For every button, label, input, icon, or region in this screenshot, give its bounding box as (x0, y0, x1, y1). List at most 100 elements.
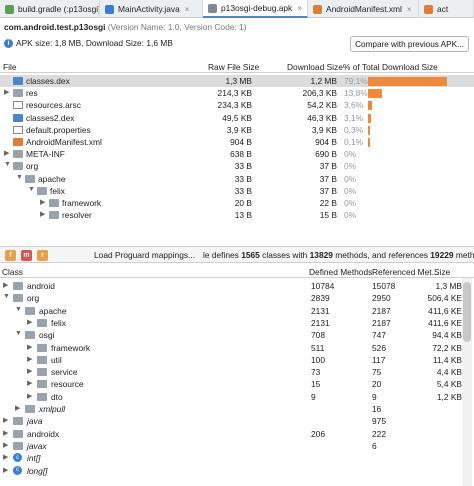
expand-arrow-icon[interactable]: ▶ (27, 367, 32, 375)
file-row[interactable]: ▼ apache 33 B 37 B 0% (0, 173, 474, 185)
expand-arrow-icon[interactable]: ▶ (4, 88, 9, 96)
download-size: 904 B (315, 137, 337, 147)
class-row[interactable]: ▼ org 2839 2950 506,4 KE (0, 292, 474, 304)
class-row[interactable]: ▶ service 73 75 4,4 KB (0, 366, 474, 378)
scrollbar-thumb[interactable] (463, 282, 471, 342)
class-row[interactable]: ▶ resource 15 20 5,4 KB (0, 378, 474, 390)
show-references-icon[interactable]: r (37, 250, 48, 261)
expand-arrow-icon[interactable]: ▶ (27, 318, 32, 326)
expand-arrow-icon[interactable]: ▶ (40, 198, 45, 206)
class-row[interactable]: ▶ xmlpull 16 (0, 403, 474, 415)
collapse-arrow-icon[interactable]: ▼ (15, 306, 22, 313)
referenced-methods: 75 (372, 367, 382, 378)
expand-arrow-icon[interactable]: ▶ (40, 210, 45, 218)
load-proguard-mappings-button[interactable]: Load Proguard mappings... (94, 250, 195, 260)
referenced-methods: 15078 (372, 281, 396, 291)
expand-arrow-icon[interactable]: ▶ (3, 429, 8, 437)
file-row[interactable]: ▶ framework 20 B 22 B 0% (0, 197, 474, 209)
column-header-download-size[interactable]: Download Size (287, 62, 343, 72)
file-row[interactable]: default.properties 3,9 KB 3,9 KB 0,3% (0, 124, 474, 136)
file-row[interactable]: classes.dex 1,3 MB 1,2 MB 79,1% (0, 75, 474, 88)
close-tab-icon[interactable]: × (407, 5, 412, 14)
column-header-size[interactable]: Size (434, 267, 450, 277)
collapse-arrow-icon[interactable]: ▼ (3, 293, 10, 300)
class-name: framework (51, 342, 91, 353)
file-icon (13, 101, 23, 110)
expand-arrow-icon[interactable]: ▶ (27, 392, 32, 400)
dex-file-icon (13, 113, 23, 122)
raw-file-size: 214,3 KB (217, 88, 252, 99)
class-row[interactable]: ▶ felix 2131 2187 411,6 KE (0, 317, 474, 329)
close-tab-icon[interactable]: × (185, 5, 190, 14)
collapse-arrow-icon[interactable]: ▼ (16, 174, 23, 181)
file-row[interactable]: ▼ org 33 B 37 B 0% (0, 160, 474, 172)
tab-mainactivity-java[interactable]: MainActivity.java × (100, 0, 203, 18)
file-name: felix (50, 185, 65, 196)
collapse-arrow-icon[interactable]: ▼ (4, 161, 11, 168)
download-size: 37 B (319, 185, 337, 196)
folder-icon (13, 150, 23, 159)
class-row[interactable]: ▶ c long[] (0, 465, 474, 477)
column-header-defined-methods[interactable]: Defined Methods (309, 267, 372, 277)
tab-act[interactable]: act (419, 0, 474, 18)
apk-version-info: (Version Name: 1.0, Version Code: 1) (107, 22, 247, 32)
file-row[interactable]: ▶ resolver 13 B 15 B 0% (0, 209, 474, 221)
expand-arrow-icon[interactable]: ▶ (27, 355, 32, 363)
column-header-percent[interactable]: % of Total Download Size (343, 62, 438, 72)
class-size: 411,6 KE (428, 317, 462, 328)
file-row[interactable]: ▼ felix 33 B 37 B 0% (0, 185, 474, 197)
file-name: resources.arsc (26, 100, 81, 111)
package-folder-icon (25, 306, 35, 315)
class-row[interactable]: ▼ apache 2131 2187 411,6 KE (0, 305, 474, 317)
column-header-class[interactable]: Class (2, 267, 23, 277)
column-header-file[interactable]: File (3, 62, 17, 72)
expand-arrow-icon[interactable]: ▶ (4, 149, 9, 157)
referenced-methods: 6 (372, 440, 377, 451)
expand-arrow-icon[interactable]: ▶ (3, 453, 8, 461)
file-row[interactable]: resources.arsc 234,3 KB 54,2 KB 3,6% (0, 99, 474, 111)
column-header-raw-size[interactable]: Raw File Size (208, 62, 259, 72)
file-row[interactable]: ▶ META-INF 638 B 690 B 0% (0, 148, 474, 160)
class-row[interactable]: ▶ framework 511 526 72,2 KB (0, 342, 474, 354)
expand-arrow-icon[interactable]: ▶ (3, 416, 8, 424)
compare-with-previous-apk-button[interactable]: Compare with previous APK... (350, 36, 469, 52)
tab-p13osgi-debug-apk[interactable]: p13osgi-debug.apk × (203, 0, 308, 18)
expand-arrow-icon[interactable]: ▶ (3, 441, 8, 449)
class-row[interactable]: ▶ dto 9 9 1,2 KB (0, 391, 474, 403)
collapse-arrow-icon[interactable]: ▼ (28, 186, 35, 193)
expand-arrow-icon[interactable]: ▶ (27, 379, 32, 387)
show-fields-icon[interactable]: f (5, 250, 16, 261)
expand-arrow-icon[interactable]: ▶ (3, 466, 8, 474)
tab-androidmanifest-xml[interactable]: AndroidManifest.xml × (308, 0, 419, 18)
download-size: 37 B (319, 173, 337, 184)
class-row[interactable]: ▶ util 100 117 11,4 KB (0, 354, 474, 366)
expand-arrow-icon[interactable]: ▶ (27, 343, 32, 351)
class-row[interactable]: ▶ c int[] (0, 452, 474, 464)
class-size: 1,2 KB (436, 391, 462, 402)
show-methods-icon[interactable]: m (21, 250, 32, 261)
column-header-referenced-methods[interactable]: Referenced Met... (372, 267, 439, 277)
raw-file-size: 904 B (230, 137, 252, 147)
class-row[interactable]: ▶ android 10784 15078 1,3 MB (0, 280, 474, 292)
summary-mid-2: methods, and references (332, 250, 431, 260)
tab-label: MainActivity.java (118, 4, 180, 14)
class-row[interactable]: ▶ javax 6 (0, 440, 474, 452)
collapse-arrow-icon[interactable]: ▼ (15, 330, 22, 337)
class-table-scrollbar[interactable] (462, 278, 472, 486)
file-row[interactable]: ▶ res 214,3 KB 206,3 KB 13,8% (0, 87, 474, 99)
file-row[interactable]: AndroidManifest.xml 904 B 904 B 0,1% (0, 136, 474, 148)
xml-file-icon (13, 138, 23, 146)
expand-arrow-icon[interactable]: ▶ (3, 281, 8, 289)
class-name: osgi (39, 330, 55, 341)
download-percent: 0% (344, 173, 357, 184)
class-row[interactable]: ▶ androidx 206 222 (0, 428, 474, 440)
expand-arrow-icon[interactable]: ▶ (15, 404, 20, 412)
file-row[interactable]: classes2.dex 49,5 KB 46,3 KB 3,1% (0, 112, 474, 124)
class-row[interactable]: ▶ java 975 (0, 415, 474, 427)
download-percent: 0,3% (344, 124, 364, 135)
close-tab-icon[interactable]: × (297, 4, 302, 13)
download-percent: 0% (344, 185, 357, 196)
class-row[interactable]: ▼ osgi 708 747 94,4 KB (0, 329, 474, 341)
download-size-bar (368, 101, 372, 111)
tab-build-gradle-p13osgi[interactable]: build.gradle (:p13osgi)× (0, 0, 100, 18)
